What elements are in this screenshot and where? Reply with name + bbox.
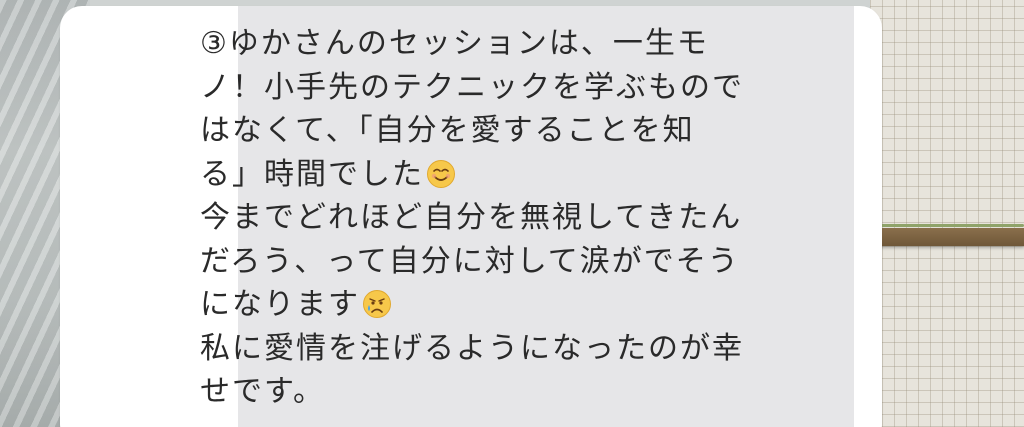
message-line: 私に愛情を注げるようになったのが幸 [200, 330, 744, 366]
message-line-with-emoji: になります [200, 283, 760, 327]
smiling-face-icon [427, 159, 455, 188]
message-line-with-emoji: る」時間でした [200, 153, 760, 197]
background-tile-wall [870, 0, 1024, 427]
message-line: ③ゆかさんのセッションは、一生モ [200, 26, 709, 61]
message-line: せです。 [200, 374, 325, 409]
message-line-text: る」時間でした [200, 156, 424, 192]
chat-screen: ③ゆかさんのセッションは、一生モ ノ！小手先のテクニックを学ぶもので はなくて、… [0, 0, 1024, 427]
message-line: はなくて、「自分を愛することを知 [200, 113, 695, 148]
crying-face-icon [363, 290, 391, 318]
background-plant-stem [880, 224, 1024, 227]
message-line: だろう、って自分に対して涙がでそう [200, 243, 740, 279]
message-line: 今までどれほど自分を無視してきたん [200, 200, 743, 235]
background-shelf [870, 228, 1024, 246]
message-text: ③ゆかさんのセッションは、一生モ ノ！小手先のテクニックを学ぶもので はなくて、… [200, 22, 760, 414]
message-line: ノ！小手先のテクニックを学ぶもので [200, 69, 744, 105]
message-line-text: になります [200, 287, 360, 322]
